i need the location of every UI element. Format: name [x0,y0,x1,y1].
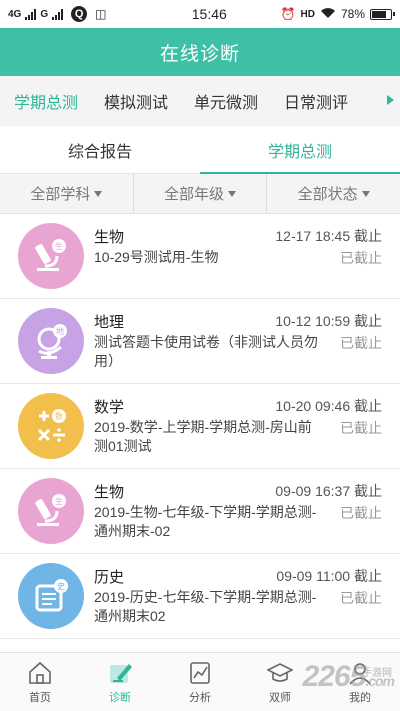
math-symbols-icon: 数 [37,409,66,442]
svg-text:数: 数 [55,411,63,421]
hd-indicator: HD [300,8,315,20]
item-title: 2019-数学-上学期-学期总测-房山前测01测试 [94,419,312,454]
subject-avatar: 生 [18,223,84,289]
subject-avatar: 数 [18,393,84,459]
status-filter[interactable]: 全部状态 [267,174,400,213]
scroll-icon: 史 [35,579,68,612]
watermark-caption: 手游网 [362,668,392,679]
chart-icon [190,661,210,684]
nav-analysis-label: 分析 [189,691,211,704]
item-deadline: 10-20 09:46 截止 [275,398,382,414]
scroll-right-arrow-icon[interactable] [387,95,394,105]
network-type: 4G [8,8,22,20]
home-icon [29,661,51,684]
subject-avatar: 史 [18,563,84,629]
item-title: 2019-历史-七年级-下学期-学期总测-通州期末02 [94,589,317,624]
item-deadline: 09-09 16:37 截止 [275,483,382,499]
svg-text:生: 生 [55,496,63,506]
sub-tabs: 综合报告 学期总测 [0,126,400,174]
status-filter-label: 全部状态 [297,186,358,203]
tab-term-test-sub[interactable]: 学期总测 [200,126,400,174]
clock: 15:46 [191,6,227,22]
network-type-2: G [40,8,49,20]
tab-term-test[interactable]: 学期总测 [14,89,78,113]
status-bar: 4G G Q ◫ 15:46 ⏰ HD 78% [0,0,400,28]
item-subject: 数学 [94,399,125,416]
signal-icon-2 [52,8,64,20]
subject-filter[interactable]: 全部学科 [0,174,134,213]
graduation-cap-icon [267,662,293,682]
nav-diagnose[interactable]: 诊断 [80,653,160,711]
grade-filter[interactable]: 全部年级 [134,174,268,213]
svg-text:史: 史 [57,581,65,591]
item-subject: 生物 [94,484,125,501]
nav-diagnose-label: 诊断 [109,691,131,704]
nav-analysis[interactable]: 分析 [160,653,240,711]
subject-avatar: 生 [18,478,84,544]
item-status: 已截止 [340,505,382,521]
item-status: 已截止 [340,420,382,436]
tab-overall-report[interactable]: 综合报告 [0,126,200,173]
nav-dual-teacher-label: 双师 [269,691,291,704]
item-title: 测试答题卡使用试卷（非测试人员勿用） [94,334,318,369]
item-subject: 地理 [94,314,125,331]
svg-text:地: 地 [56,326,64,336]
item-subject: 生物 [94,229,125,246]
list-item[interactable]: 生 生物 10-29号测试用-生物 12-17 18:45 截止 已截止 [0,214,400,299]
vibrate-icon: ◫ [95,7,107,21]
category-tabs: 学期总测 模拟测试 单元微测 日常测评 [0,76,400,126]
item-status: 已截止 [340,335,382,351]
subject-filter-label: 全部学科 [30,186,91,203]
list-item[interactable]: 数 数学 2019-数学-上学期-学期总测-房山前测01测试 10-20 09:… [0,384,400,469]
item-deadline: 10-12 10:59 截止 [275,313,382,329]
globe-icon: 地 [37,324,67,359]
microscope-icon: 生 [35,239,66,271]
battery-percent: 78% [340,7,365,21]
list-item[interactable]: 生 生物 2019-生物-七年级-下学期-学期总测-通州期末-02 09-09 … [0,469,400,554]
pencil-icon [110,663,132,683]
tab-daily-eval[interactable]: 日常测评 [284,89,348,113]
test-list: 生 生物 10-29号测试用-生物 12-17 18:45 截止 已截止 地 地… [0,214,400,652]
alarm-icon: ⏰ [280,7,296,21]
svg-text:生: 生 [55,241,63,251]
item-deadline: 12-17 18:45 截止 [275,228,382,244]
list-item[interactable]: 史 历史 2019-历史-七年级-下学期-学期总测-通州期末02 09-09 1… [0,554,400,639]
app-notification-icon: Q [71,6,88,22]
wifi-icon [320,7,336,22]
nav-home-label: 首页 [29,691,51,704]
item-title: 10-29号测试用-生物 [94,249,219,265]
item-status: 已截止 [340,250,382,266]
page-title: 在线诊断 [0,28,400,76]
tab-unit-quiz[interactable]: 单元微测 [194,89,258,113]
item-title: 2019-生物-七年级-下学期-学期总测-通州期末-02 [94,504,317,539]
signal-icon [25,8,37,20]
item-subject: 历史 [94,569,125,586]
battery-icon [370,8,395,20]
microscope-icon: 生 [35,494,66,526]
list-item[interactable]: 地 地理 测试答题卡使用试卷（非测试人员勿用） 10-12 10:59 截止 已… [0,299,400,384]
subject-avatar: 地 [18,308,84,374]
nav-home[interactable]: 首页 [0,653,80,711]
dropdown-arrow-icon [361,190,370,197]
dropdown-arrow-icon [94,190,103,197]
item-deadline: 09-09 11:00 截止 [276,568,382,584]
filter-bar: 全部学科 全部年级 全部状态 [0,174,400,214]
item-status: 已截止 [340,590,382,606]
tab-mock-test[interactable]: 模拟测试 [104,89,168,113]
grade-filter-label: 全部年级 [164,186,225,203]
dropdown-arrow-icon [228,190,237,197]
